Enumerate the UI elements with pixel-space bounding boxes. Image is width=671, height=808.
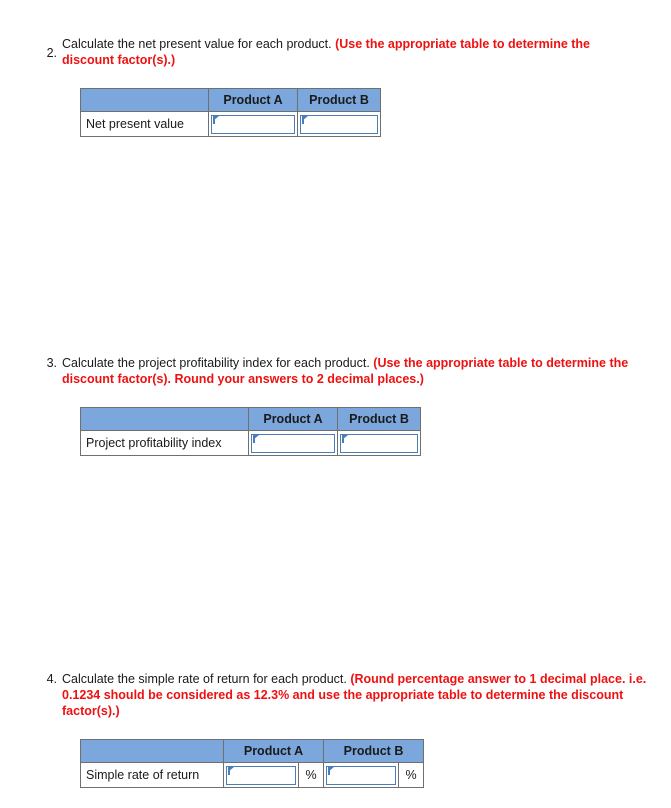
answer-table-simple-rate-of-return: Product A Product B Simple rate of retur…: [80, 739, 424, 788]
worksheet-page: 2. Calculate the net present value for e…: [0, 0, 671, 808]
column-header-product-b: Product B: [337, 407, 421, 431]
table-row: Simple rate of return % %: [80, 762, 424, 788]
table-row: Net present value: [80, 111, 381, 137]
input-simple-rate-of-return-product-b[interactable]: [326, 765, 396, 785]
cell-product-b: [297, 111, 381, 137]
field-wrapper: [300, 114, 378, 134]
field-wrapper: [326, 765, 396, 785]
answer-table-project-profitability-index: Product A Product B Project profitabilit…: [80, 407, 421, 456]
input-project-profitability-index-product-a[interactable]: [251, 433, 335, 453]
question-number-2: 2.: [46, 46, 57, 60]
row-label-simple-rate-of-return: Simple rate of return: [80, 762, 224, 788]
column-header-product-a: Product A: [208, 88, 298, 112]
question-block-4: 4. Calculate the simple rate of return f…: [40, 671, 665, 719]
cell-product-b: [337, 430, 421, 456]
percent-suffix-product-a: %: [298, 762, 324, 788]
table-corner-header: [80, 739, 224, 763]
field-wrapper: [251, 433, 335, 453]
column-header-product-b: Product B: [323, 739, 424, 763]
field-wrapper: [340, 433, 418, 453]
cell-product-a: [208, 111, 298, 137]
question-text-3: Calculate the project profitability inde…: [62, 355, 665, 387]
percent-suffix-product-b: %: [398, 762, 424, 788]
cell-product-a: [248, 430, 338, 456]
question-number-4: 4.: [46, 672, 57, 686]
question-prompt-4: Calculate the simple rate of return for …: [62, 672, 351, 686]
row-label-net-present-value: Net present value: [80, 111, 209, 137]
column-header-product-b: Product B: [297, 88, 381, 112]
input-net-present-value-product-b[interactable]: [300, 114, 378, 134]
table-corner-header: [80, 407, 249, 431]
row-label-project-profitability-index: Project profitability index: [80, 430, 249, 456]
input-project-profitability-index-product-b[interactable]: [340, 433, 418, 453]
table-header-row: Product A Product B: [80, 407, 421, 431]
table-row: Project profitability index: [80, 430, 421, 456]
input-simple-rate-of-return-product-a[interactable]: [226, 765, 296, 785]
input-net-present-value-product-a[interactable]: [211, 114, 295, 134]
question-prompt-3: Calculate the project profitability inde…: [62, 356, 374, 370]
field-wrapper: [211, 114, 295, 134]
question-text-2: Calculate the net present value for each…: [62, 36, 642, 68]
table-header-row: Product A Product B: [80, 88, 381, 112]
column-header-product-a: Product A: [248, 407, 338, 431]
column-header-product-a: Product A: [223, 739, 324, 763]
field-wrapper: [226, 765, 296, 785]
question-block-2: 2. Calculate the net present value for e…: [40, 36, 660, 68]
cell-product-b: [323, 762, 399, 788]
question-text-4: Calculate the simple rate of return for …: [62, 671, 662, 719]
question-number-3: 3.: [46, 356, 57, 370]
table-header-row: Product A Product B: [80, 739, 424, 763]
question-prompt-2: Calculate the net present value for each…: [62, 37, 336, 51]
question-block-3: 3. Calculate the project profitability i…: [40, 355, 665, 387]
answer-table-net-present-value: Product A Product B Net present value: [80, 88, 381, 137]
table-corner-header: [80, 88, 209, 112]
cell-product-a: [223, 762, 299, 788]
